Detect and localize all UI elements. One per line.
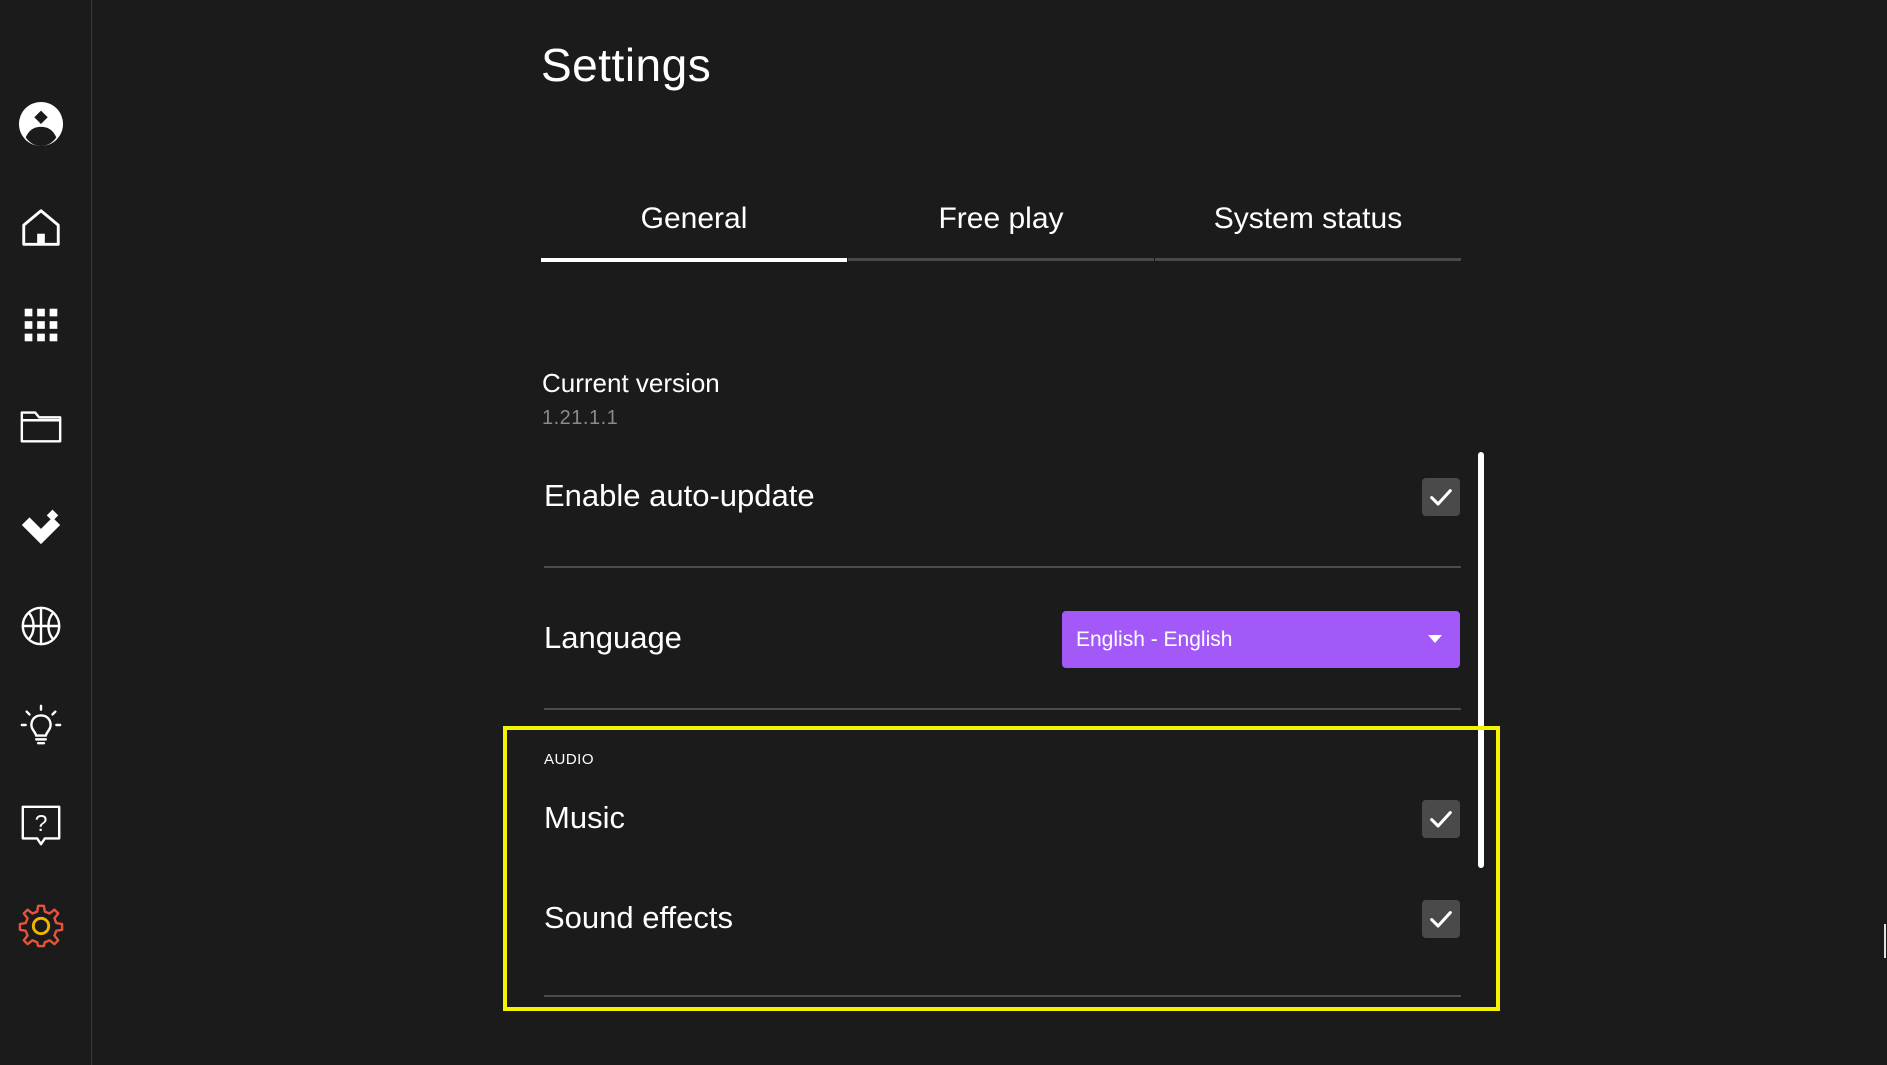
language-select[interactable]: English - English: [1062, 611, 1460, 668]
divider: [544, 566, 1461, 568]
auto-update-checkbox[interactable]: [1422, 478, 1460, 516]
tab-free-play[interactable]: Free play: [848, 196, 1154, 261]
divider: [544, 708, 1461, 710]
tab-system-status[interactable]: System status: [1155, 196, 1461, 261]
version-value: 1.21.1.1: [542, 407, 619, 429]
tab-general[interactable]: General: [541, 196, 847, 262]
settings-panel: Settings General Free play System status…: [0, 0, 1887, 1065]
page-title: Settings: [541, 39, 712, 91]
chevron-down-icon: [1428, 635, 1442, 643]
settings-tabs: General Free play System status: [541, 196, 1461, 262]
language-label: Language: [544, 620, 682, 655]
edge-marker: [1884, 924, 1886, 958]
auto-update-label: Enable auto-update: [544, 478, 815, 513]
checkmark-icon: [1430, 489, 1452, 506]
language-selected-value: English - English: [1076, 628, 1233, 651]
current-version: Current version 1.21.1.1: [542, 368, 720, 430]
version-label: Current version: [542, 368, 720, 398]
highlight-box: [503, 726, 1500, 1011]
